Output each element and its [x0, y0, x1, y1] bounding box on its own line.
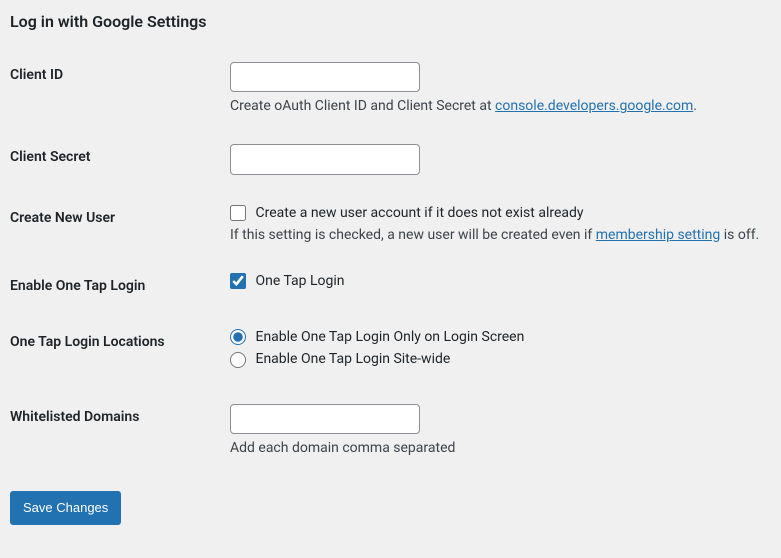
developers-console-link[interactable]: console.developers.google.com — [495, 98, 693, 114]
client-secret-input[interactable] — [230, 144, 420, 174]
create-user-checkbox[interactable] — [230, 205, 246, 221]
whitelisted-label: Whitelisted Domains — [10, 389, 230, 471]
create-user-label: Create New User — [10, 190, 230, 258]
membership-setting-link[interactable]: membership setting — [596, 227, 721, 243]
whitelisted-input[interactable] — [230, 404, 420, 434]
client-id-label: Client ID — [10, 47, 230, 129]
one-tap-location-login-only-text: Enable One Tap Login Only on Login Scree… — [255, 329, 524, 345]
one-tap-location-sitewide-text: Enable One Tap Login Site-wide — [255, 351, 450, 367]
client-id-help-prefix: Create oAuth Client ID and Client Secret… — [230, 98, 495, 114]
client-id-help-suffix: . — [693, 98, 697, 114]
create-user-help: If this setting is checked, a new user w… — [230, 227, 761, 243]
one-tap-location-sitewide-label[interactable]: Enable One Tap Login Site-wide — [230, 351, 761, 367]
settings-table: Client ID Create oAuth Client ID and Cli… — [10, 47, 771, 471]
one-tap-location-sitewide-radio[interactable] — [230, 352, 246, 368]
client-id-input[interactable] — [230, 62, 420, 92]
one-tap-checkbox-label[interactable]: One Tap Login — [230, 273, 345, 289]
one-tap-locations-label: One Tap Login Locations — [10, 314, 230, 389]
page-title: Log in with Google Settings — [10, 12, 771, 31]
create-user-help-suffix: is off. — [720, 227, 759, 243]
client-id-help: Create oAuth Client ID and Client Secret… — [230, 98, 761, 114]
one-tap-checkbox-text: One Tap Login — [255, 273, 344, 289]
one-tap-label: Enable One Tap Login — [10, 258, 230, 314]
save-changes-button[interactable]: Save Changes — [10, 491, 121, 525]
one-tap-checkbox[interactable] — [230, 273, 246, 289]
create-user-checkbox-text: Create a new user account if it does not… — [255, 205, 583, 221]
whitelisted-help: Add each domain comma separated — [230, 440, 761, 456]
create-user-help-prefix: If this setting is checked, a new user w… — [230, 227, 596, 243]
client-secret-label: Client Secret — [10, 129, 230, 189]
create-user-checkbox-label[interactable]: Create a new user account if it does not… — [230, 205, 584, 221]
one-tap-location-login-only-label[interactable]: Enable One Tap Login Only on Login Scree… — [230, 329, 761, 345]
one-tap-location-login-only-radio[interactable] — [230, 329, 246, 345]
